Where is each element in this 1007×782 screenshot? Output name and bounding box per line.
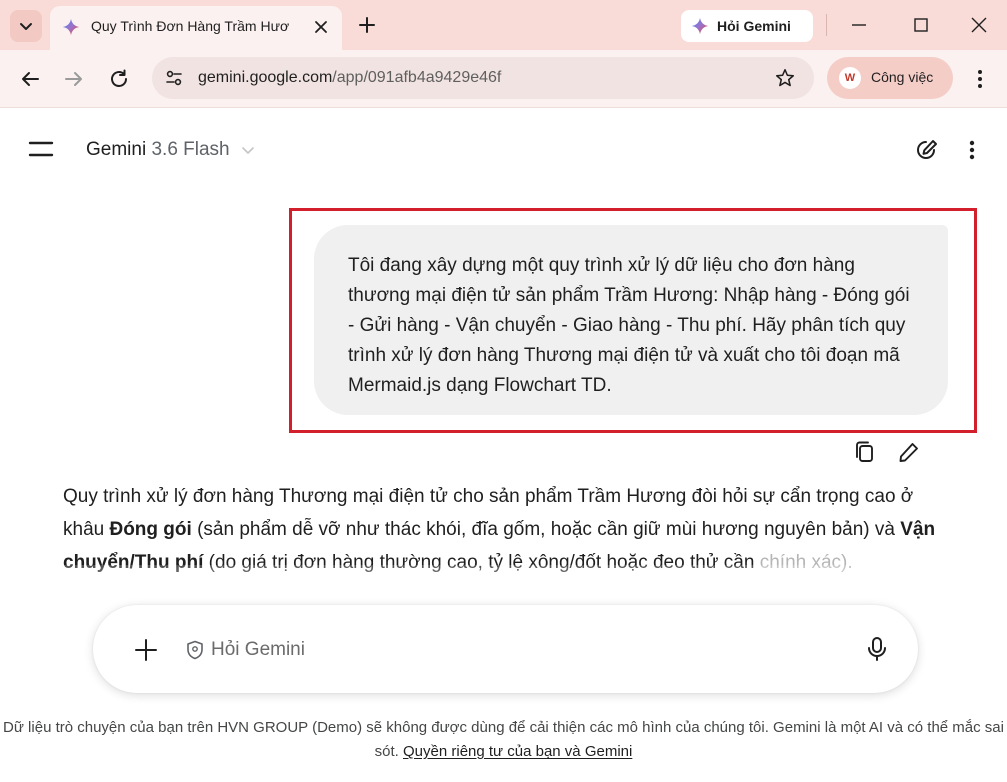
more-options-icon[interactable] <box>961 137 983 163</box>
maximize-icon[interactable] <box>908 12 934 38</box>
address-bar[interactable]: gemini.google.com/app/091afb4a9429e46f <box>152 57 814 99</box>
privacy-link[interactable]: Quyền riêng tư của bạn và Gemini <box>403 743 632 760</box>
model-version: 3.6 Flash <box>151 139 230 160</box>
browser-menu-icon[interactable] <box>968 67 992 91</box>
url-text[interactable]: gemini.google.com/app/091afb4a9429e46f <box>198 69 501 87</box>
chevron-down-icon <box>20 23 32 30</box>
profile-button[interactable]: W Công việc <box>827 57 953 99</box>
close-icon[interactable] <box>312 18 330 36</box>
profile-logo-icon: W <box>839 67 861 89</box>
disclaimer-footer: Dữ liệu trò chuyện của bạn trên HVN GROU… <box>0 716 1007 764</box>
add-attachment-icon[interactable] <box>133 637 159 663</box>
divider <box>826 14 827 36</box>
scroll-fade <box>0 565 1007 610</box>
copy-icon[interactable] <box>853 440 877 464</box>
reload-icon[interactable] <box>107 67 131 91</box>
new-chat-icon[interactable] <box>913 137 939 163</box>
prompt-input-container <box>93 605 918 693</box>
bookmark-star-icon[interactable] <box>774 67 796 89</box>
user-prompt-text: Tôi đang xây dựng một quy trình xử lý dữ… <box>348 255 910 396</box>
window-close-icon[interactable] <box>966 12 992 38</box>
browser-tab-strip: Quy Trình Đơn Hàng Trầm Hươ Hỏi Gemini <box>0 0 1007 50</box>
profile-label: Công việc <box>871 69 934 85</box>
prompt-input[interactable] <box>211 635 811 665</box>
ask-gemini-label: Hỏi Gemini <box>717 18 791 34</box>
ask-gemini-button[interactable]: Hỏi Gemini <box>681 10 813 42</box>
response-text: (sản phẩm dễ vỡ như thác khói, đĩa gốm, … <box>191 519 901 540</box>
chevron-down-icon <box>242 147 254 154</box>
microphone-icon[interactable] <box>864 635 890 663</box>
shield-icon <box>187 640 203 660</box>
browser-toolbar: gemini.google.com/app/091afb4a9429e46f W… <box>0 50 1007 108</box>
gemini-sparkle-icon <box>62 18 80 36</box>
user-prompt-bubble: Tôi đang xây dựng một quy trình xử lý dữ… <box>314 225 948 415</box>
edit-pencil-icon[interactable] <box>897 440 921 464</box>
gemini-sparkle-icon <box>691 17 709 35</box>
forward-arrow-icon[interactable] <box>62 67 86 91</box>
back-arrow-icon[interactable] <box>18 67 42 91</box>
main-menu-icon[interactable] <box>28 137 54 161</box>
site-settings-icon[interactable] <box>164 68 184 88</box>
response-bold-text: Đóng gói <box>109 519 192 540</box>
minimize-icon[interactable] <box>846 12 872 38</box>
tab-title: Quy Trình Đơn Hàng Trầm Hươ <box>91 18 290 34</box>
new-tab-plus-icon[interactable] <box>355 13 379 37</box>
app-name: Gemini <box>86 139 147 160</box>
tab-search-button[interactable] <box>10 10 42 42</box>
model-selector[interactable]: Gemini 3.6 Flash <box>86 139 255 161</box>
browser-tab-active[interactable]: Quy Trình Đơn Hàng Trầm Hươ <box>50 6 342 50</box>
